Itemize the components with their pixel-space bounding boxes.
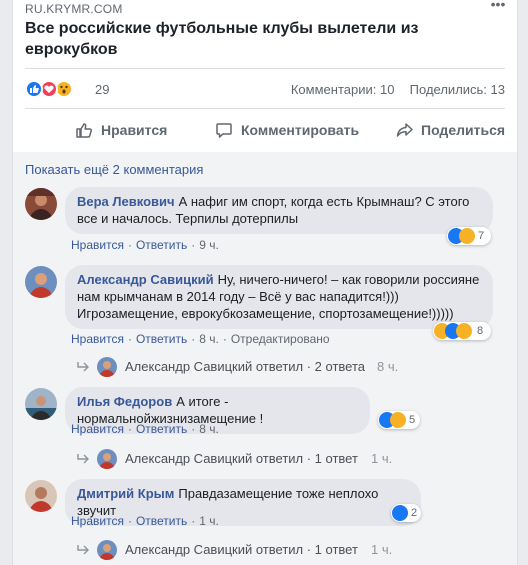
reply-arrow-icon: [77, 362, 89, 372]
comment-meta: Нравится · Ответить · 9 ч.: [71, 238, 219, 252]
share-label: Поделиться: [421, 122, 506, 138]
comment-reaction-count: 8: [477, 325, 484, 337]
comment-like-link[interactable]: Нравится: [71, 514, 124, 528]
comment-meta: Нравится · Ответить · 8 ч. · Отредактировано: [71, 332, 330, 346]
comment-time[interactable]: 8 ч.: [199, 422, 219, 436]
comment-icon: [216, 123, 232, 138]
comment-meta: Нравится · Ответить · 8 ч.: [71, 422, 219, 436]
comment-reply-link[interactable]: Ответить: [136, 238, 187, 252]
comment-reactions[interactable]: 7: [447, 227, 491, 245]
comment-reactions[interactable]: 8: [433, 322, 491, 340]
sad-reaction-icon: [456, 323, 472, 339]
avatar[interactable]: [25, 188, 57, 220]
comment-bubble: Вера Левкович А нафиг им спорт, когда ест…: [65, 187, 493, 234]
avatar[interactable]: [25, 480, 57, 512]
comment-reaction-count: 5: [409, 414, 416, 426]
thumbs-up-icon: [76, 123, 92, 138]
comment-author[interactable]: Вера Левкович: [77, 194, 175, 209]
reaction-count[interactable]: 29: [95, 82, 109, 97]
comment-like-link[interactable]: Нравится: [71, 238, 124, 252]
like-reaction-icon: [25, 80, 43, 98]
comments-section: Показать ещё 2 комментария Вера Левкович…: [13, 152, 517, 565]
comment-like-link[interactable]: Нравится: [71, 332, 124, 346]
replies-time: 1 ч.: [371, 451, 393, 466]
comment-reaction-count: 2: [411, 507, 418, 519]
like-reaction-icon: [392, 505, 408, 521]
reply-arrow-icon: [77, 545, 89, 555]
comment-meta: Нравится · Ответить · 1 ч.: [71, 514, 219, 528]
comment-author[interactable]: Дмитрий Крым: [77, 486, 174, 501]
comment-edited-label[interactable]: Отредактировано: [231, 332, 330, 346]
reply-avatar: [97, 449, 117, 469]
reply-avatar: [97, 357, 117, 377]
comments-shares-count: Комментарии: 10 Поделились: 13: [291, 82, 505, 97]
haha-reaction-icon: [459, 228, 475, 244]
comment-label: Комментировать: [241, 122, 360, 138]
replies-time: 1 ч.: [371, 542, 393, 557]
reply-avatar: [97, 540, 117, 560]
divider: [25, 68, 505, 69]
share-icon: [396, 123, 413, 137]
comment-like-link[interactable]: Нравится: [71, 422, 124, 436]
comment-author[interactable]: Александр Савицкий: [77, 272, 214, 287]
comment-reactions[interactable]: 2: [391, 504, 421, 522]
comment-author[interactable]: Илья Федоров: [77, 394, 172, 409]
comment-reactions[interactable]: 5: [378, 411, 420, 429]
haha-reaction-icon: [390, 412, 406, 428]
comment-reply-link[interactable]: Ответить: [136, 514, 187, 528]
reply-arrow-icon: [77, 454, 89, 464]
replies-text: Александр Савицкий ответил · 2 ответа: [125, 359, 366, 374]
comment-reaction-count: 7: [478, 230, 485, 242]
show-more-comments-link[interactable]: Показать ещё 2 комментария: [25, 162, 203, 177]
comment-reply-link[interactable]: Ответить: [136, 332, 187, 346]
comment-reply-link[interactable]: Ответить: [136, 422, 187, 436]
comment-time[interactable]: 9 ч.: [199, 238, 219, 252]
avatar[interactable]: [25, 388, 57, 420]
replies-text: Александр Савицкий ответил · 1 ответ: [125, 451, 358, 466]
post-stats: 29 Комментарии: 10 Поделились: 13: [25, 78, 505, 100]
post-actions: Нравится Комментировать Поделиться: [25, 114, 505, 144]
replies-time: 8 ч.: [377, 359, 399, 374]
divider: [25, 108, 505, 109]
more-options-icon[interactable]: •••: [487, 0, 509, 14]
comment-time[interactable]: 1 ч.: [199, 514, 219, 528]
post-title[interactable]: Все российские футбольные клубы вылетели…: [25, 18, 465, 60]
comments-count[interactable]: Комментарии: 10: [291, 82, 395, 97]
comment-time[interactable]: 8 ч.: [199, 332, 219, 346]
avatar[interactable]: [25, 266, 57, 298]
post-card: ••• RU.KRYMR.COM Все российские футбольн…: [12, 0, 518, 565]
post-source-domain[interactable]: RU.KRYMR.COM: [25, 2, 123, 16]
replies-text: Александр Савицкий ответил · 1 ответ: [125, 542, 358, 557]
shares-count[interactable]: Поделились: 13: [410, 82, 505, 97]
comment-bubble: Александр Савицкий Ну, ничего-ничего! – к…: [65, 265, 493, 329]
like-label: Нравится: [101, 122, 168, 138]
